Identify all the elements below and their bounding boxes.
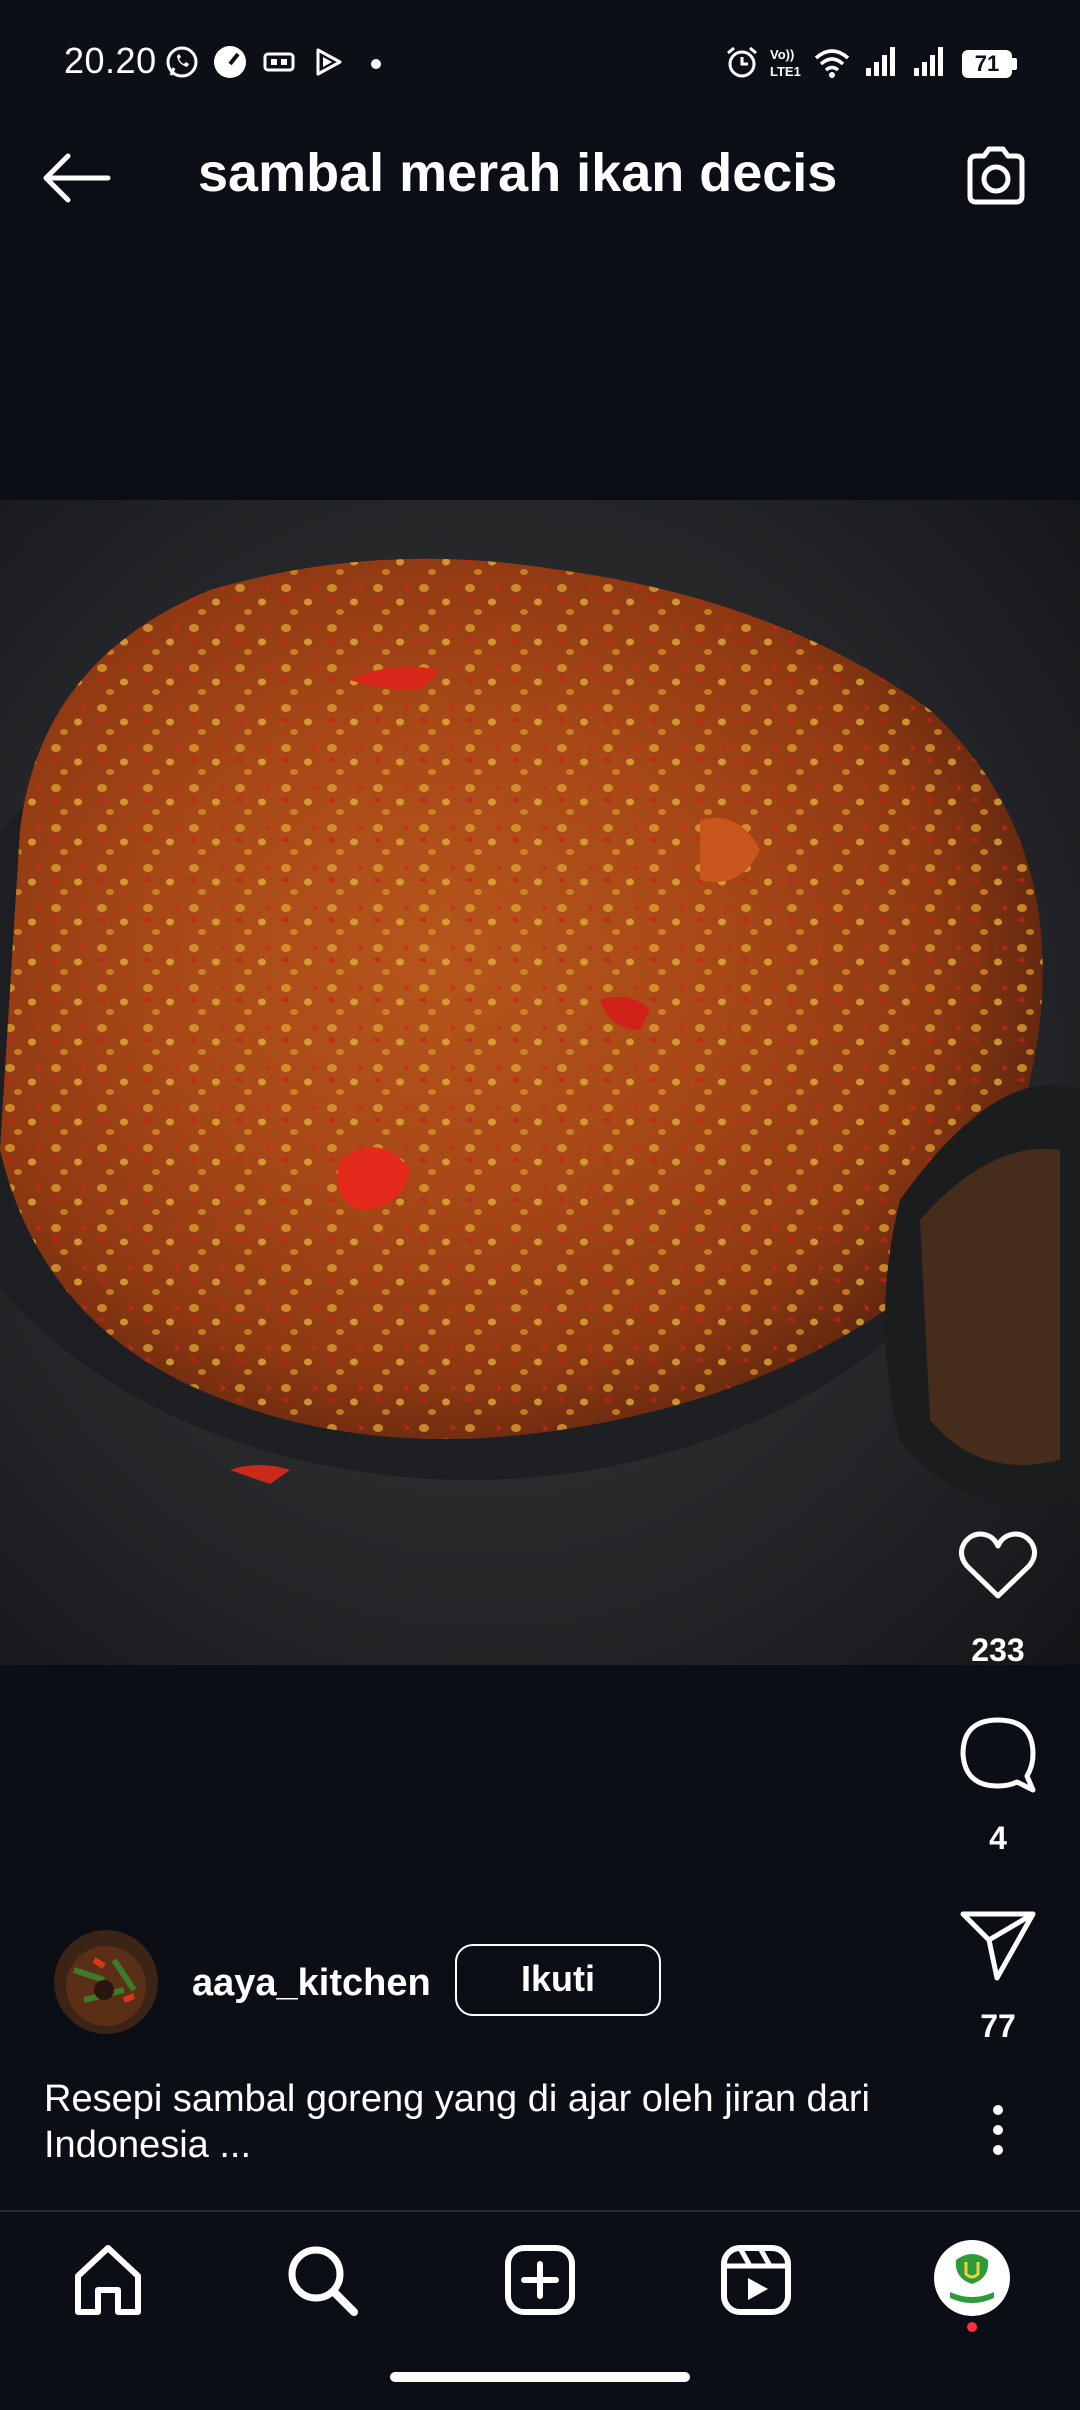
battery-icon: 71 xyxy=(962,50,1012,78)
speedometer-icon xyxy=(214,46,246,78)
whatsapp-icon xyxy=(166,46,198,78)
signal-icon xyxy=(914,47,943,76)
battery-tip xyxy=(1012,58,1017,70)
card-icon xyxy=(263,52,295,72)
notification-dot xyxy=(967,2322,977,2332)
home-icon[interactable] xyxy=(68,2240,148,2320)
status-time: 20.20 xyxy=(64,40,157,81)
search-icon[interactable] xyxy=(282,2240,362,2320)
camera-icon[interactable] xyxy=(960,140,1032,212)
page-title: sambal merah ikan decis xyxy=(198,143,838,203)
like-count: 233 xyxy=(971,1632,1025,1668)
follow-button[interactable]: Ikuti xyxy=(455,1944,661,2016)
signal-icon xyxy=(866,47,895,76)
volte-icon: Vo)) LTE1 xyxy=(770,47,801,79)
food-photo xyxy=(0,500,1080,1665)
create-icon[interactable] xyxy=(500,2240,580,2320)
comment-icon[interactable] xyxy=(955,1714,1041,1794)
profile-avatar[interactable] xyxy=(934,2240,1010,2316)
user-avatar[interactable] xyxy=(54,1930,158,2034)
svg-text:LTE1: LTE1 xyxy=(770,64,801,79)
post-caption[interactable]: Resepi sambal goreng yang di ajar oleh j… xyxy=(44,2076,924,2168)
more-options-icon[interactable] xyxy=(978,2100,1018,2160)
avatar-image xyxy=(54,1930,158,2034)
wifi-icon xyxy=(814,49,850,78)
svg-text:Vo)): Vo)) xyxy=(770,47,794,62)
post-image[interactable] xyxy=(0,500,1080,1665)
play-icon xyxy=(316,48,342,76)
reels-icon[interactable] xyxy=(716,2240,796,2320)
share-count: 77 xyxy=(980,2008,1016,2044)
dot-icon xyxy=(371,59,381,69)
heart-icon[interactable] xyxy=(955,1526,1041,1606)
battery-level: 71 xyxy=(974,51,1000,76)
back-arrow-icon[interactable] xyxy=(40,150,112,206)
alarm-icon xyxy=(727,46,757,78)
comment-count: 4 xyxy=(989,1820,1007,1856)
username[interactable]: aaya_kitchen xyxy=(192,1962,431,2005)
profile-logo-image xyxy=(936,2242,1008,2314)
home-indicator[interactable] xyxy=(390,2372,690,2382)
share-icon[interactable] xyxy=(955,1904,1041,1984)
